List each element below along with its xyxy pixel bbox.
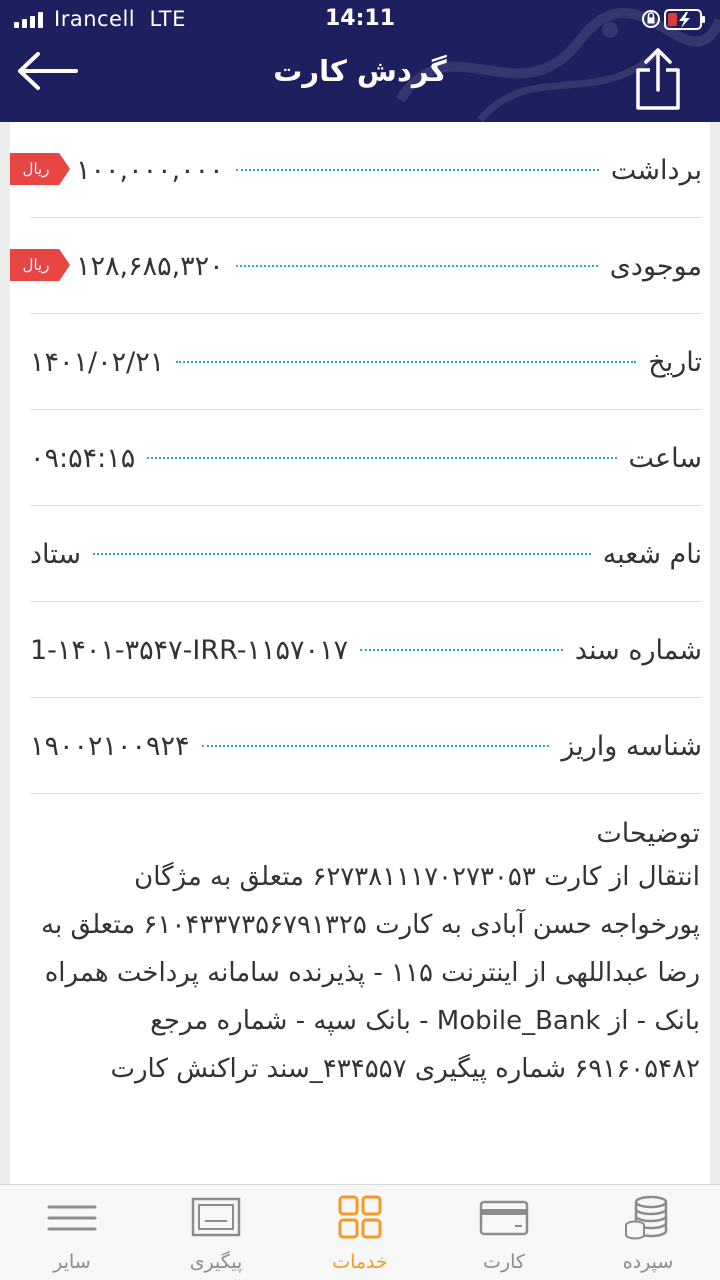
rial-badge: ریال	[10, 249, 70, 281]
detail-label: تاریخ	[648, 346, 702, 378]
coins-icon	[625, 1195, 668, 1240]
detail-value: ۱۴۰۱/۰۲/۲۱	[30, 346, 165, 378]
menu-icon	[47, 1205, 97, 1231]
dotted-leader	[360, 649, 563, 651]
tab-label: سپرده	[622, 1251, 674, 1273]
detail-label: شناسه واریز	[561, 730, 702, 762]
app-header: Irancell LTE 14:11 گردش کارت	[0, 0, 720, 122]
dotted-leader	[235, 169, 599, 171]
transaction-details-card: برداشت ۱۰۰,۰۰۰,۰۰۰ ریال موجودی ۱۲۸,۶۸۵,۳…	[10, 122, 710, 1184]
tab-label: پیگیری	[189, 1251, 243, 1273]
detail-label: ساعت	[628, 442, 702, 474]
tab-other[interactable]: سایر	[0, 1185, 144, 1280]
tab-label: خدمات	[332, 1251, 388, 1273]
detail-value: ۱۰۰,۰۰۰,۰۰۰	[76, 154, 224, 186]
receipt-icon	[191, 1197, 241, 1237]
description-title: توضیحات	[596, 818, 700, 849]
detail-label: برداشت	[610, 154, 702, 186]
description-section: توضیحات انتقال از کارت ۶۲۷۳۸۱۱۱۷۰۲۷۳۰۵۳ …	[40, 818, 700, 1093]
dotted-leader	[147, 457, 617, 459]
divider	[30, 793, 702, 794]
detail-value: ۰۹:۵۴:۱۵	[30, 442, 136, 474]
dotted-leader	[176, 361, 637, 363]
rial-badge: ریال	[10, 153, 70, 185]
tab-deposit[interactable]: سپرده	[576, 1185, 720, 1280]
nav-row: گردش کارت	[0, 40, 720, 122]
detail-label: شماره سند	[574, 634, 702, 666]
detail-row-date: تاریخ ۱۴۰۱/۰۲/۲۱	[30, 314, 702, 410]
tab-label: سایر	[53, 1251, 91, 1273]
grid-icon	[338, 1195, 382, 1239]
dotted-leader	[201, 745, 550, 747]
share-icon[interactable]	[632, 46, 684, 112]
status-bar: Irancell LTE 14:11	[0, 0, 720, 40]
detail-label: نام شعبه	[602, 538, 702, 570]
detail-row-document-number: شماره سند 1-۱۴۰۱-۳۵۴۷-IRR-۱۱۵۷۰۱۷	[30, 602, 702, 698]
detail-value: ستاد	[30, 538, 82, 570]
battery-icon	[664, 9, 705, 30]
page-title: گردش کارت	[273, 54, 447, 88]
tab-tracking[interactable]: پیگیری	[144, 1185, 288, 1280]
status-time: 14:11	[324, 6, 396, 31]
detail-row-balance: موجودی ۱۲۸,۶۸۵,۳۲۰ ریال	[10, 218, 702, 314]
detail-row-time: ساعت ۰۹:۵۴:۱۵	[30, 410, 702, 506]
tab-label: کارت	[483, 1251, 525, 1273]
card-icon	[479, 1200, 529, 1236]
detail-value: 1-۱۴۰۱-۳۵۴۷-IRR-۱۱۵۷۰۱۷	[30, 634, 349, 666]
description-text: انتقال از کارت ۶۲۷۳۸۱۱۱۷۰۲۷۳۰۵۳ متعلق به…	[41, 862, 700, 1084]
bottom-tab-bar: سایر پیگیری خدمات کارت سپرده	[0, 1184, 720, 1280]
detail-row-branch: نام شعبه ستاد	[30, 506, 702, 602]
tab-card[interactable]: کارت	[432, 1185, 576, 1280]
detail-value: ۱۹۰۰۲۱۰۰۹۲۴	[30, 730, 190, 762]
tab-services[interactable]: خدمات	[288, 1185, 432, 1280]
dotted-leader	[235, 265, 598, 267]
detail-label: موجودی	[609, 250, 702, 282]
rotation-lock-icon	[642, 10, 660, 28]
detail-row-withdrawal: برداشت ۱۰۰,۰۰۰,۰۰۰ ریال	[10, 122, 702, 218]
detail-value: ۱۲۸,۶۸۵,۳۲۰	[76, 250, 224, 282]
detail-row-deposit-id: شناسه واریز ۱۹۰۰۲۱۰۰۹۲۴	[30, 698, 702, 794]
dotted-leader	[93, 553, 591, 555]
